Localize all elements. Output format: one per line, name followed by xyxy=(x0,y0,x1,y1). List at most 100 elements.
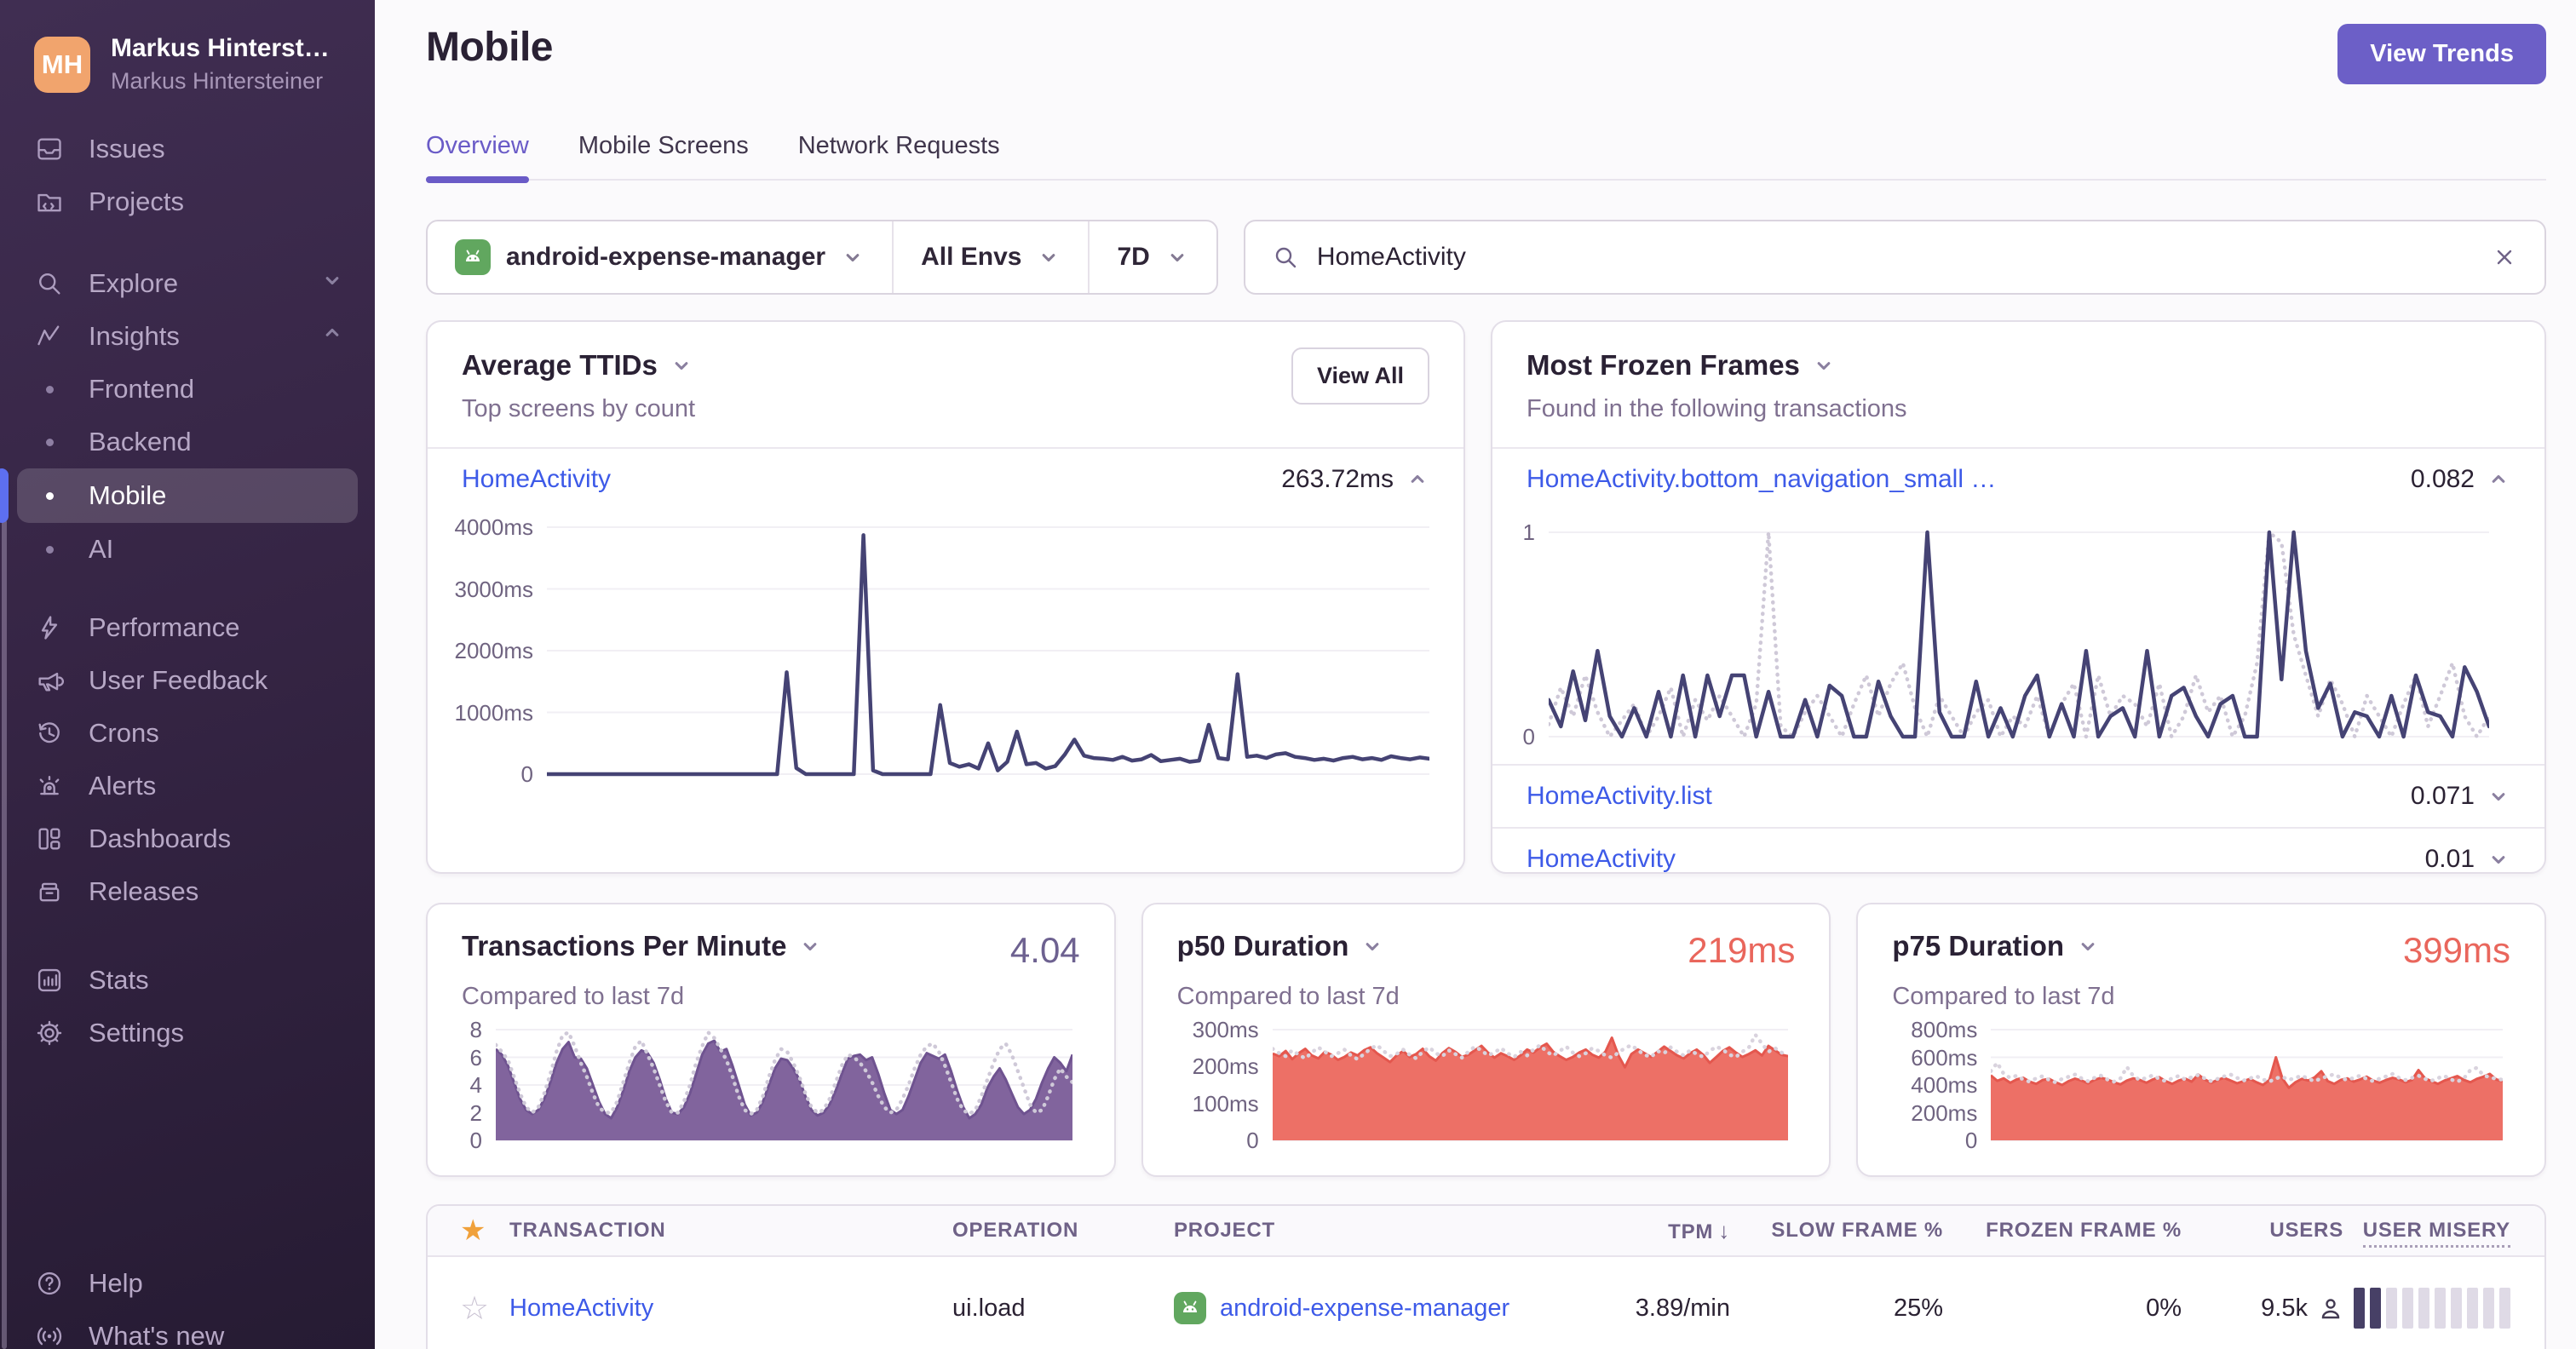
sidebar-item-crons[interactable]: Crons xyxy=(0,707,375,760)
view-trends-button[interactable]: View Trends xyxy=(2337,24,2546,84)
sidebar-item-alerts[interactable]: Alerts xyxy=(0,760,375,812)
sidebar-item-frontend[interactable]: Frontend xyxy=(0,363,375,416)
date-range-value: 7D xyxy=(1117,243,1150,271)
card-subtitle: Compared to last 7d xyxy=(1176,983,1400,1010)
project-selector-value: android-expense-manager xyxy=(506,243,826,271)
search-bar xyxy=(1243,220,2546,295)
frozen-transaction-link[interactable]: HomeActivity.list xyxy=(1527,782,1712,811)
column-header-tpm[interactable]: TPM ↓ xyxy=(1663,1218,1735,1244)
sidebar-item-performance[interactable]: Performance xyxy=(0,601,375,654)
chevron-up-icon xyxy=(320,321,344,352)
chevron-down-icon[interactable] xyxy=(670,353,693,377)
tab-bar: Overview Mobile Screens Network Requests xyxy=(426,132,2546,183)
expand-icon[interactable] xyxy=(2487,847,2510,871)
sidebar-item-explore[interactable]: Explore xyxy=(0,257,375,310)
card-title: Most Frozen Frames xyxy=(1527,349,1800,381)
frozen-transaction-link[interactable]: HomeActivity.bottom_navigation_small … xyxy=(1527,465,1996,494)
card-title: Transactions Per Minute xyxy=(462,930,787,962)
column-header-slow-frame[interactable]: SLOW FRAME % xyxy=(1766,1219,1948,1243)
chevron-down-icon[interactable] xyxy=(1360,934,1384,958)
column-header-user-misery[interactable]: USER MISERY xyxy=(2358,1219,2544,1248)
sidebar-item-label: Frontend xyxy=(89,374,195,404)
sidebar-scrollbar[interactable] xyxy=(2,520,7,1349)
star-toggle-icon[interactable]: ☆ xyxy=(460,1291,489,1327)
sidebar-item-label: Insights xyxy=(89,321,180,351)
help-icon xyxy=(34,1268,65,1299)
sidebar-item-dashboards[interactable]: Dashboards xyxy=(0,812,375,865)
sidebar-item-label: Help xyxy=(89,1268,143,1298)
column-header-transaction[interactable]: TRANSACTION xyxy=(504,1219,947,1243)
bullet-icon xyxy=(34,385,65,393)
project-selector[interactable]: android-expense-manager xyxy=(428,221,892,293)
sort-desc-icon: ↓ xyxy=(1718,1217,1730,1243)
sidebar-item-releases[interactable]: Releases xyxy=(0,865,375,918)
bullet-icon xyxy=(34,491,65,500)
environment-selector[interactable]: All Envs xyxy=(892,221,1088,293)
frozen-transaction-link[interactable]: HomeActivity xyxy=(1527,845,1676,872)
sidebar-item-whats-new[interactable]: What's new xyxy=(0,1310,375,1349)
projects-icon xyxy=(34,187,65,217)
tab-network-requests[interactable]: Network Requests xyxy=(798,132,1000,179)
project-cell: android-expense-manager xyxy=(1169,1292,1561,1324)
org-name: Markus Hintersteiner xyxy=(111,68,324,94)
sidebar-nav: Issues Projects Explore Insights Fronten… xyxy=(0,123,375,1059)
avatar: MH xyxy=(34,36,90,93)
expand-icon[interactable] xyxy=(2487,784,2510,808)
view-all-button[interactable]: View All xyxy=(1291,347,1429,405)
sidebar-item-help[interactable]: Help xyxy=(0,1257,375,1310)
card-subtitle: Found in the following transactions xyxy=(1527,395,1907,422)
chevron-down-icon xyxy=(1043,254,1055,262)
transaction-link[interactable]: HomeActivity xyxy=(509,1294,653,1322)
y-axis-labels: 86420 xyxy=(469,1017,482,1153)
org-switcher[interactable]: MH Markus Hinterst… Markus Hintersteiner xyxy=(0,0,375,95)
y-axis-labels: 300ms 200ms 100ms 0 xyxy=(1192,1017,1259,1153)
clear-search-icon[interactable] xyxy=(2492,244,2517,270)
sidebar-item-projects[interactable]: Projects xyxy=(0,175,375,228)
search-input[interactable] xyxy=(1316,243,2473,272)
page-title: Mobile xyxy=(426,25,554,70)
project-link[interactable]: android-expense-manager xyxy=(1220,1294,1509,1323)
column-header-frozen-frame[interactable]: FROZEN FRAME % xyxy=(1981,1219,2187,1243)
most-frozen-frames-card: Most Frozen Frames Found in the followin… xyxy=(1491,320,2546,874)
sidebar-item-mobile[interactable]: Mobile xyxy=(17,468,358,523)
environment-selector-value: All Envs xyxy=(921,243,1022,271)
sidebar-item-backend[interactable]: Backend xyxy=(0,416,375,468)
column-header-project[interactable]: PROJECT xyxy=(1169,1219,1561,1243)
starred-filter-icon[interactable]: ★ xyxy=(460,1214,486,1247)
p50-duration-card: p50 Duration 219ms Compared to last 7d 3… xyxy=(1141,903,1831,1177)
megaphone-icon xyxy=(34,665,65,696)
frozen-rate-value: 0.01 xyxy=(2424,845,2475,873)
sidebar-item-settings[interactable]: Settings xyxy=(0,1007,375,1059)
sidebar-item-issues[interactable]: Issues xyxy=(0,123,375,175)
sidebar-item-insights[interactable]: Insights xyxy=(0,310,375,363)
date-range-selector[interactable]: 7D xyxy=(1088,221,1216,293)
chevron-down-icon xyxy=(1170,254,1184,262)
sidebar-item-label: Crons xyxy=(89,718,159,748)
table-header-row: ★ TRANSACTION OPERATION PROJECT TPM ↓ SLO… xyxy=(428,1206,2544,1257)
p50-area-chart xyxy=(1270,1021,1796,1149)
chevron-down-icon[interactable] xyxy=(798,934,822,958)
card-subtitle: Compared to last 7d xyxy=(462,983,685,1010)
column-header-users[interactable]: USERS xyxy=(2264,1219,2349,1243)
chevron-down-icon[interactable] xyxy=(2076,934,2100,958)
sidebar-item-stats[interactable]: Stats xyxy=(0,954,375,1007)
page-filters: android-expense-manager All Envs 7D xyxy=(426,220,1218,295)
sidebar-item-ai[interactable]: AI xyxy=(0,523,375,576)
column-header-operation[interactable]: OPERATION xyxy=(947,1219,1169,1243)
tab-overview[interactable]: Overview xyxy=(426,132,529,183)
sidebar-item-label: Backend xyxy=(89,427,192,456)
dashboard-layout-icon xyxy=(34,824,65,854)
collapse-icon[interactable] xyxy=(1406,468,1429,491)
main-content: Mobile View Trends Overview Mobile Scree… xyxy=(375,0,2576,1349)
lightning-icon xyxy=(34,612,65,643)
sidebar-item-label: Issues xyxy=(89,134,165,164)
insights-icon xyxy=(34,321,65,352)
android-platform-icon xyxy=(455,239,491,275)
tab-mobile-screens[interactable]: Mobile Screens xyxy=(578,132,749,179)
collapse-icon[interactable] xyxy=(2487,468,2510,491)
card-title: p75 Duration xyxy=(1892,930,2065,962)
p75-area-chart xyxy=(1989,1021,2510,1149)
chevron-down-icon[interactable] xyxy=(1812,353,1836,377)
sidebar-item-user-feedback[interactable]: User Feedback xyxy=(0,654,375,707)
ttid-transaction-link[interactable]: HomeActivity xyxy=(462,465,611,494)
